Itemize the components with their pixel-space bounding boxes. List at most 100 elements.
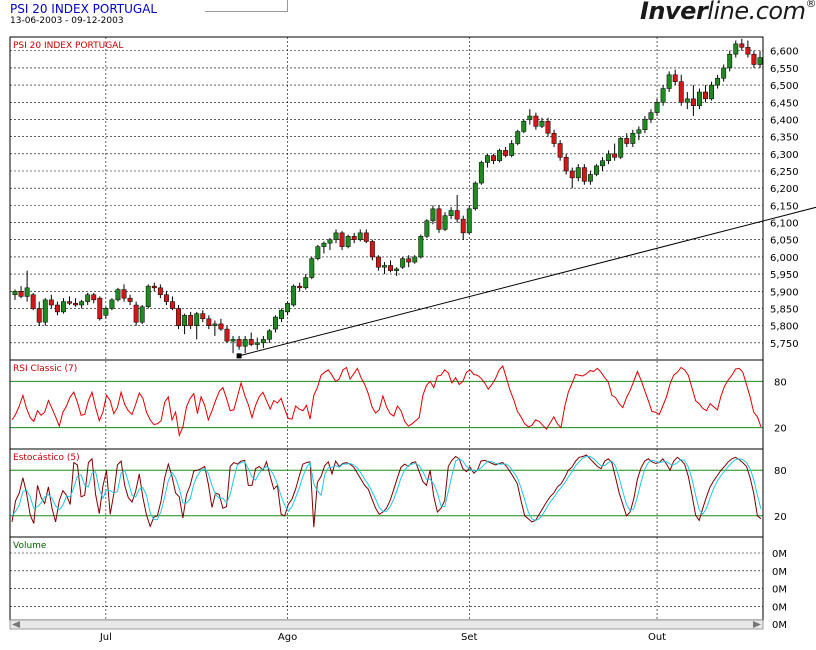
price-tick-label: 6,600 [770,47,799,58]
candle-down [248,339,254,345]
price-tick-label: 6,250 [770,167,799,178]
candle-up [79,301,85,306]
candle-up [115,289,121,301]
candle-up [684,98,690,103]
series-line-1 [11,456,762,521]
price-tick-label: 6,500 [770,81,799,92]
candle-up [757,57,763,65]
panel-frame-stoch [9,448,764,538]
candle-up [715,77,721,86]
osc-tick-label: 20 [774,512,787,523]
candle-down [127,297,133,302]
gridlines [10,37,763,625]
volume-panel-label: Volume [13,541,47,551]
candle-up [666,74,672,89]
candle-up [254,342,260,345]
candle-up [594,165,599,175]
candle-up [484,155,490,163]
candle-down [612,153,618,158]
candle-up [418,236,424,258]
candle-down [672,74,678,82]
price-tick-label: 6,300 [770,150,799,161]
candle-down [206,318,212,326]
x-tick-label: Ago [278,632,297,643]
candle-up [109,299,115,309]
candle-up [575,167,581,179]
candle-down [581,167,587,182]
candle-up [497,150,503,161]
candle-up [194,313,200,326]
candle-down [563,157,569,172]
candle-up [357,232,363,240]
trendline-group [236,206,816,359]
volume-tick-label: 0M [772,567,787,578]
candle-up [478,162,484,184]
candle-down [54,304,60,313]
candle-up [630,132,636,144]
price-tick-label: 5,900 [770,287,799,298]
candle-up [382,265,387,268]
price-panel-label: PSI 20 INDEX PORTUGAL [13,41,123,51]
rsi-series [11,365,762,438]
candle-down [503,150,509,156]
candle-up [212,323,218,326]
price-tick-label: 5,750 [770,339,799,350]
candle-up [515,131,521,144]
price-tick-label: 6,550 [770,64,799,75]
volume-tick-label: 0M [772,549,787,560]
price-tick-label: 6,150 [770,201,799,212]
candle-up [521,120,527,132]
horizontal-scrollbar[interactable] [9,619,764,630]
volume-tick-label: 0M [772,620,787,631]
candle-down [339,232,345,247]
candle-up [139,306,145,323]
candle-up [272,316,278,330]
candle-down [18,291,24,297]
candle-down [121,289,127,299]
candle-up [321,242,327,247]
x-tick-label: Set [461,632,478,643]
candle-down [739,43,745,48]
candle-down [73,303,79,306]
candle-down [133,304,139,323]
candle-up [315,246,321,259]
candle-down [436,208,442,230]
candle-up [12,291,18,295]
scrollbar-track[interactable] [9,619,764,630]
price-tick-label: 6,400 [770,115,799,126]
candle-down [375,256,381,268]
candle-up [291,285,297,306]
candle-down [188,315,194,326]
candle-up [587,174,593,182]
candle-up [721,67,727,79]
candle-up [85,294,91,302]
candle-down [569,170,575,179]
candle-up [606,153,612,161]
candlestick-series [12,38,763,354]
price-tick-label: 6,200 [770,184,799,195]
candle-down [30,294,36,309]
candle-up [442,215,448,230]
candle-down [678,81,684,103]
candle-down [624,138,630,144]
candle-down [369,241,375,258]
price-tick-label: 5,950 [770,270,799,281]
series-line-0 [11,454,762,528]
candle-down [67,301,72,304]
candle-down [151,285,157,289]
price-tick-label: 6,050 [770,236,799,247]
candle-up [448,210,454,216]
candle-down [163,294,169,302]
candle-up [266,330,272,340]
candle-down [200,313,206,320]
volume-tick-label: 0M [772,602,787,613]
candle-down [545,120,551,134]
candle-up [61,301,66,313]
candle-up [539,120,545,127]
osc-panel-label: Estocástico (5) [13,453,80,463]
volume-tick-label: 0M [772,585,787,596]
candle-up [333,232,339,240]
chart-area: 5,750 5,800 5,850 5,900 5,950 6,000 6,050 6,100… [9,36,816,643]
osc-tick-label: 80 [774,466,787,477]
candle-up [733,43,739,55]
